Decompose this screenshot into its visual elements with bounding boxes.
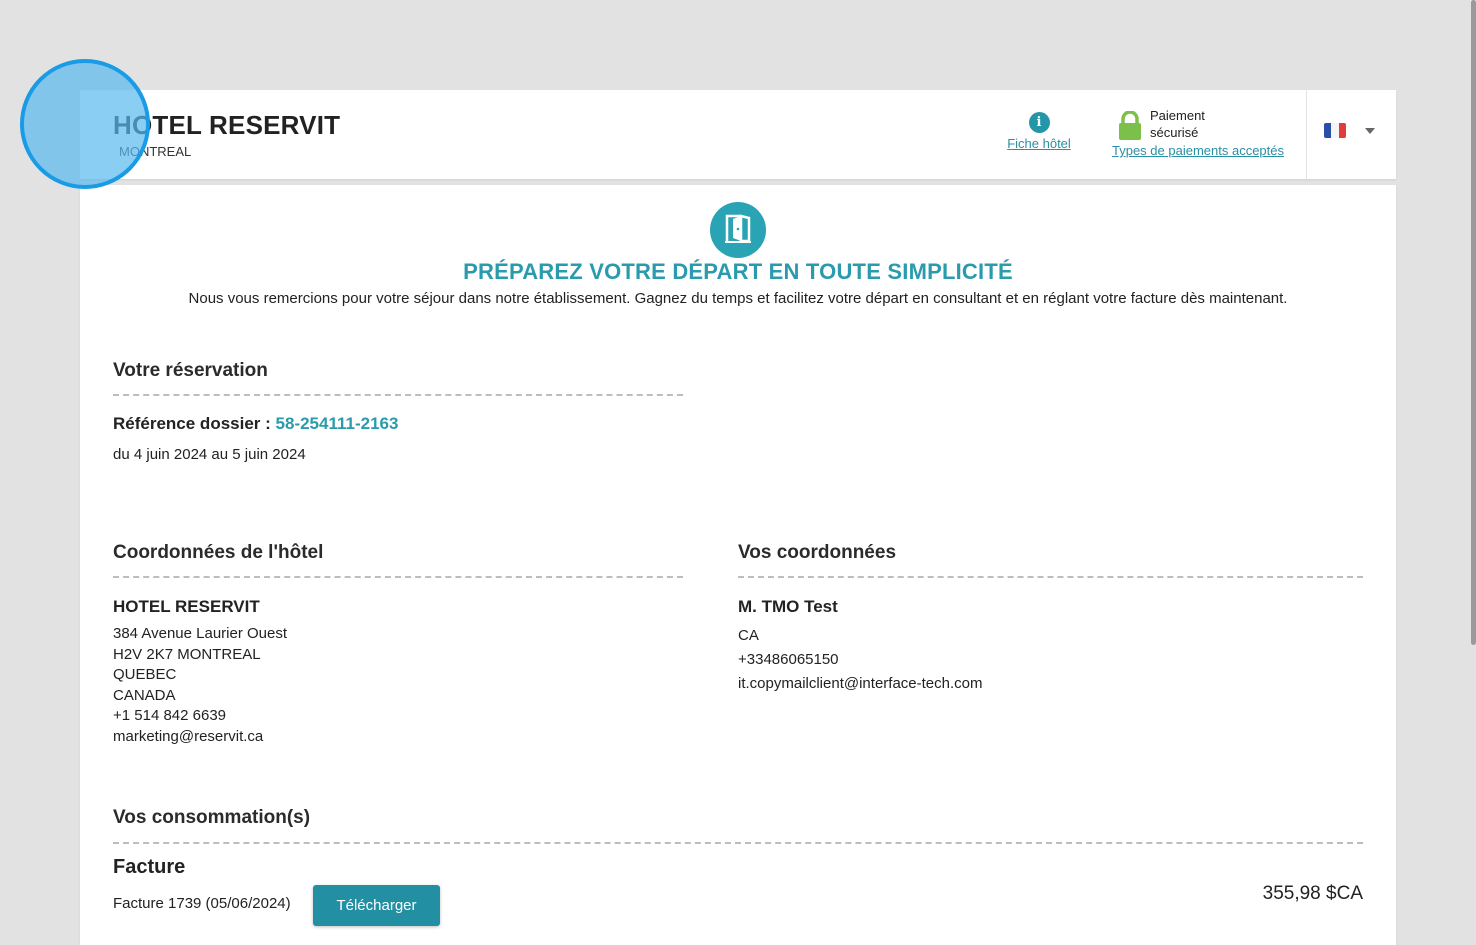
invoice-amount: 355,98 $CA — [1262, 883, 1363, 904]
secure-line-1: Paiement — [1150, 108, 1205, 123]
reference-line: Référence dossier : 58-254111-2163 — [113, 414, 398, 434]
address-line: QUEBEC — [113, 666, 177, 684]
chevron-down-icon — [1365, 128, 1375, 134]
checkout-card: PRÉPAREZ VOTRE DÉPART EN TOUTE SIMPLICIT… — [80, 185, 1396, 945]
hotel-info-link[interactable]: i Fiche hôtel — [1005, 112, 1073, 151]
guest-country: CA — [738, 627, 759, 644]
reference-number: 58-254111-2163 — [275, 414, 399, 433]
secure-payment-text: Paiement sécurisé — [1150, 107, 1205, 141]
page-title: PRÉPAREZ VOTRE DÉPART EN TOUTE SIMPLICIT… — [463, 259, 1013, 284]
guest-contact-title: Vos coordonnées — [738, 542, 897, 563]
reservation-divider — [113, 394, 683, 396]
hotel-phone: +1 514 842 6639 — [113, 707, 227, 725]
secure-line-2: sécurisé — [1150, 125, 1199, 140]
hotel-contact-title: Coordonnées de l'hôtel — [113, 542, 324, 563]
info-icon[interactable]: i — [1028, 112, 1050, 133]
intro-text: Nous vous remercions pour votre séjour d… — [188, 290, 1288, 307]
page-scrollbar[interactable] — [1471, 0, 1476, 645]
consumption-title: Vos consommation(s) — [113, 807, 311, 828]
guest-phone: +33486065150 — [738, 651, 839, 668]
hotel-email: marketing@reservit.ca — [113, 727, 264, 745]
address-line: 384 Avenue Laurier Ouest — [113, 625, 288, 642]
stay-dates: du 4 juin 2024 au 5 juin 2024 — [113, 446, 306, 463]
hotel-contact-name: HOTEL RESERVIT — [113, 597, 260, 616]
guest-contact-divider — [738, 576, 1363, 578]
invoice-title: Facture — [113, 856, 186, 878]
hotel-contact-divider — [113, 576, 683, 578]
flag-fr-icon — [1324, 123, 1346, 138]
click-indicator — [20, 59, 150, 189]
payment-types-link[interactable]: Types de paiements acceptés — [1112, 143, 1284, 158]
hotel-address: 384 Avenue Laurier Ouest H2V 2K7 MONTREA… — [113, 624, 287, 748]
reference-label: Référence dossier : — [113, 414, 271, 433]
lock-icon — [1119, 111, 1141, 140]
hotel-header: HOTEL RESERVIT MONTREAL i Fiche hôtel Pa… — [80, 90, 1396, 179]
address-line: CANADA — [113, 686, 176, 704]
guest-email: it.copymailclient@interface-tech.com — [738, 675, 983, 692]
address-line: H2V 2K7 MONTREAL — [113, 645, 261, 663]
guest-details: CA +33486065150 it.copymailclient@interf… — [738, 624, 982, 696]
hotel-info-label[interactable]: Fiche hôtel — [1005, 136, 1073, 151]
reservation-title: Votre réservation — [113, 360, 268, 381]
guest-name: M. TMO Test — [738, 597, 838, 616]
language-selector[interactable] — [1306, 90, 1397, 179]
door-exit-icon — [710, 202, 766, 258]
consumption-divider — [113, 842, 1363, 844]
invoice-line: Facture 1739 (05/06/2024) — [113, 895, 291, 912]
download-invoice-button[interactable]: Télécharger — [313, 885, 440, 926]
